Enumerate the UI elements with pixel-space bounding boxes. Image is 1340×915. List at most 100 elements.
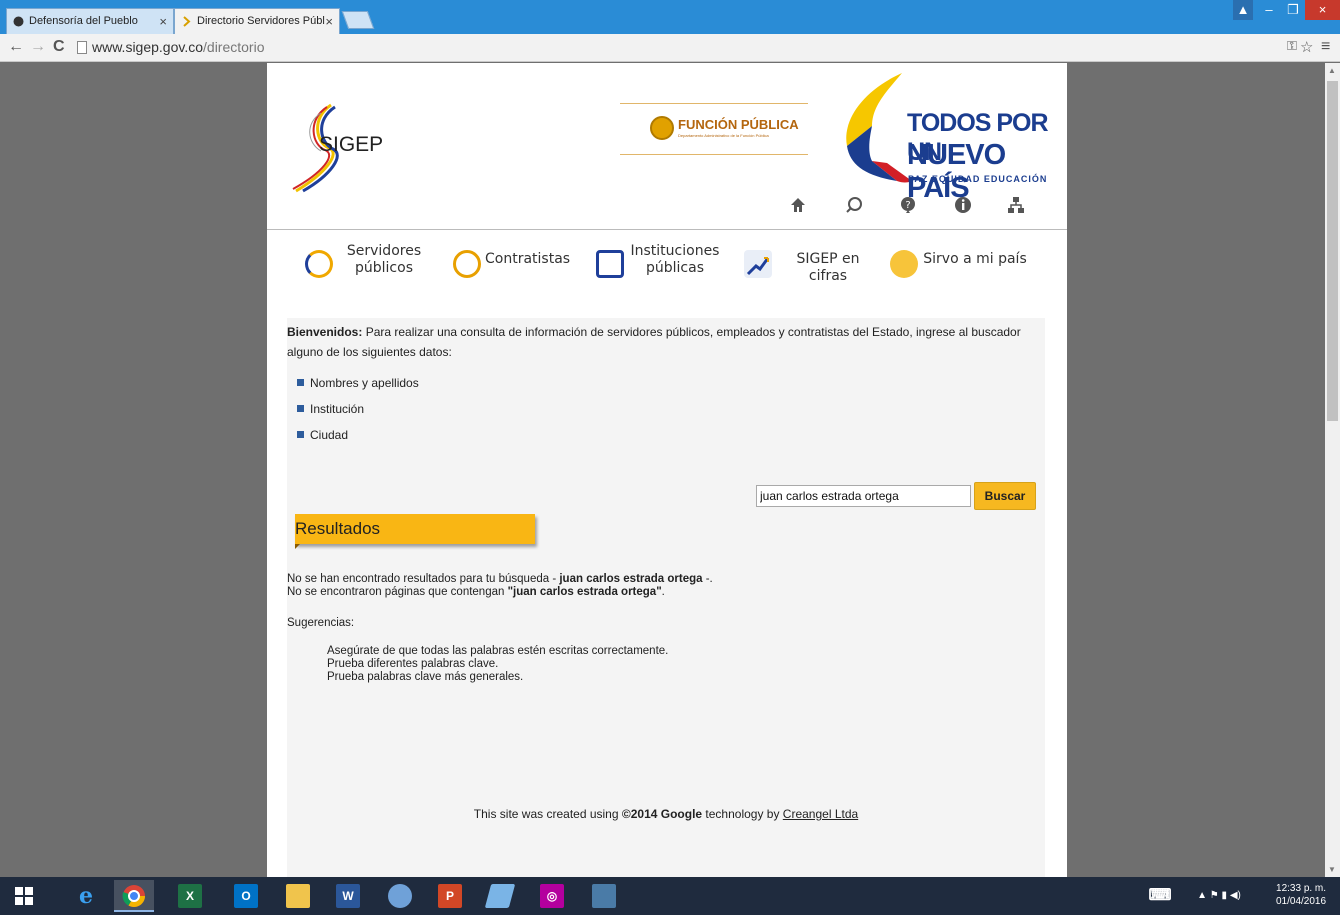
content-area: Bienvenidos: Para realizar una consulta … [287,318,1045,877]
browser-viewport: SIGEP FUNCIÓN PÚBLICA Departamento Admin… [0,63,1325,877]
funcion-publica-subtitle: Departamento Administrativo de la Funció… [678,133,769,138]
minimize-button[interactable]: – [1258,0,1280,20]
windows-taskbar: e X O W P ◎ ⌨ ▲ ⚑ ▮ ◀) 12:33 p. m. 01/04… [0,877,1340,915]
menu-label-line1: Contratistas [485,251,571,267]
menu-label-line1: SIGEP en cifras [796,251,860,284]
funcion-publica-title: FUNCIÓN PÚBLICA [678,117,799,132]
search-button[interactable]: Buscar [974,482,1036,510]
menu-label-line1: Servidores [346,243,422,259]
menu-item-sirvo[interactable]: Sirvo a mi país [923,251,1027,268]
back-icon[interactable]: ← [8,38,24,56]
menu-item-contratistas[interactable]: Contratistas [485,251,571,268]
menu-label-line2: públicas [646,260,704,276]
powerpoint-icon[interactable]: P [430,880,470,912]
sigep-logo-text: SIGEP [319,133,384,156]
tab-defensoria[interactable]: Defensoría del Pueblo × [6,8,174,34]
tray-time: 12:33 p. m. [1276,883,1327,894]
scroll-down-icon[interactable]: ▼ [1328,865,1336,874]
colombia-flag-swoosh-icon [846,73,912,183]
suggestions-list: Asegúrate de que todas las palabras esté… [327,645,668,684]
tray-date: 01/04/2016 [1276,896,1327,907]
funcion-publica-logo[interactable]: FUNCIÓN PÚBLICA Departamento Administrat… [620,103,808,155]
system-tray[interactable]: ▲ ⚑ ▮ ◀) [1180,880,1260,912]
close-tab-icon[interactable]: × [159,14,167,29]
tab-directorio[interactable]: Directorio Servidores Públ × [174,8,340,34]
tab-title: Directorio Servidores Públ [197,15,325,27]
instituciones-icon[interactable] [596,250,624,278]
reload-icon[interactable]: C [53,38,65,56]
address-bar[interactable]: www.sigep.gov.co/directorio [92,39,264,55]
menu-label-line1: Instituciones [630,243,720,259]
help-icon[interactable]: ? [897,196,919,218]
bullet-square-icon [297,431,304,438]
internet-explorer-icon[interactable]: e [66,880,106,912]
msg-line1-query: juan carlos estrada ortega [559,573,703,585]
file-explorer-icon[interactable] [278,880,318,912]
menu-item-servidores[interactable]: Servidores públicos [339,243,429,277]
page-icon [77,41,87,54]
results-heading-bar: Resultados [295,514,535,544]
key-icon[interactable]: ⚿ [1287,38,1297,54]
search-icon[interactable] [843,196,865,218]
menu-label-line1: Sirvo a mi país [923,251,1027,267]
address-toolbar: ← → C www.sigep.gov.co/directorio ⚿ ☆ ≡ [0,34,1340,62]
footer-middle: technology by [702,807,783,821]
keyboard-icon[interactable]: ⌨ [1140,880,1180,912]
defensoria-favicon-icon [13,16,24,27]
results-fold-decoration [295,544,300,549]
page-scrollbar[interactable]: ▲ ▼ [1325,63,1340,877]
servidores-icon[interactable] [305,250,333,278]
user-icon[interactable]: ▲ [1233,0,1253,20]
paint-icon[interactable] [380,880,420,912]
bookmark-star-icon[interactable]: ☆ [1300,38,1313,56]
tray-clock[interactable]: 12:33 p. m. 01/04/2016 [1276,882,1326,908]
contratistas-icon[interactable] [453,250,481,278]
list-item-label: Institución [310,402,365,416]
notes-app-icon[interactable] [480,880,520,912]
home-icon[interactable] [787,196,809,218]
camera-app-icon[interactable]: ◎ [532,880,572,912]
msg-line2-prefix: No se encontraron páginas que contengan [287,586,508,598]
scroll-up-icon[interactable]: ▲ [1328,66,1336,75]
close-tab-icon[interactable]: × [325,14,333,29]
page-container: SIGEP FUNCIÓN PÚBLICA Departamento Admin… [267,63,1067,877]
word-icon[interactable]: W [328,880,368,912]
forward-icon[interactable]: → [30,38,46,56]
excel-icon[interactable]: X [170,880,210,912]
close-window-button[interactable]: × [1305,0,1340,20]
intro-text: Bienvenidos: Para realizar una consulta … [287,322,1045,362]
start-button[interactable] [4,880,44,912]
cifras-icon[interactable] [744,250,772,278]
menu-item-instituciones[interactable]: Instituciones públicas [625,243,725,277]
list-item-label: Nombres y apellidos [310,376,419,390]
menu-item-cifras[interactable]: SIGEP en cifras [776,251,880,285]
url-host: www.sigep.gov.co [92,39,204,55]
chrome-icon[interactable] [114,880,154,912]
list-item: Institución [297,401,419,427]
search-input[interactable] [756,485,971,507]
intro-bold: Bienvenidos: [287,325,363,339]
creangel-link[interactable]: Creangel Ltda [783,807,858,821]
sitemap-icon[interactable] [1005,196,1027,218]
todos-por-un-nuevo-pais-logo[interactable]: TODOS POR UN NUEVO PAÍS PAZ EQUIDAD EDUC… [842,71,1052,204]
scrollbar-thumb[interactable] [1327,81,1338,421]
footer-bold: ©2014 Google [621,807,703,821]
new-tab-button[interactable] [341,11,375,29]
calculator-icon[interactable] [584,880,624,912]
list-item-label: Ciudad [310,428,349,442]
bullet-square-icon [297,405,304,412]
suggestion-item: Asegúrate de que todas las palabras esté… [327,645,669,657]
outlook-icon[interactable]: O [226,880,266,912]
footer-prefix: This site was created using [473,807,622,821]
suggestion-item: Prueba diferentes palabras clave. [327,658,499,670]
restore-button[interactable]: ❐ [1282,0,1304,20]
suggestions-title: Sugerencias: [287,617,355,629]
sirvo-icon[interactable] [890,250,918,278]
menu-icon[interactable]: ≡ [1321,38,1330,56]
suggestion-item: Prueba palabras clave más generales. [327,671,524,683]
colombia-seal-icon [650,116,674,140]
criteria-list: Nombres y apellidos Institución Ciudad [297,375,419,453]
info-icon[interactable] [952,196,974,218]
no-results-message: No se han encontrado resultados para tu … [287,573,713,599]
header-icon-nav: ? [787,196,1057,222]
